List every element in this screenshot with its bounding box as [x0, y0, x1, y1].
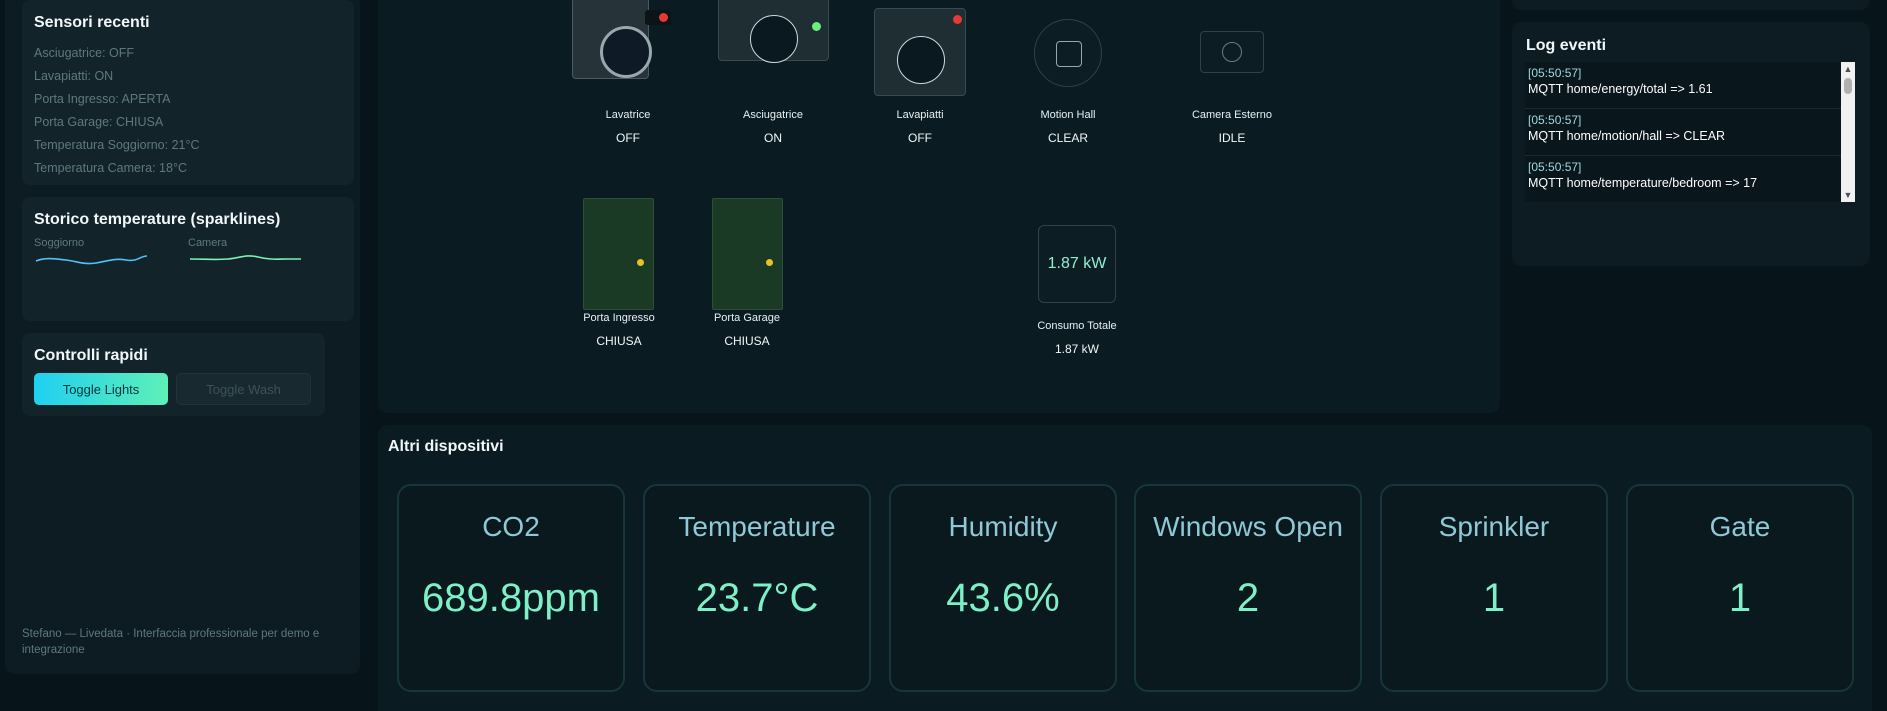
- tile-value: 43.6%: [946, 576, 1060, 620]
- sensor-line: Porta Ingresso: APERTA: [34, 92, 171, 106]
- sparkline-label: Camera: [188, 237, 228, 249]
- other-devices-title: Altri dispositivi: [388, 438, 504, 455]
- device-tile-sprinkler: Sprinkler 1: [1380, 484, 1608, 692]
- lavapiatti-drum: [897, 36, 945, 84]
- tile-label: Temperature: [678, 511, 836, 542]
- log-entry: [05:50:57] MQTT home/temperature/bedroom…: [1525, 156, 1855, 202]
- porta-garage-door[interactable]: [712, 198, 783, 310]
- energy-state: 1.87 kW: [1054, 342, 1099, 356]
- log-title: Log eventi: [1526, 37, 1607, 54]
- sensor-line: Temperatura Camera: 18°C: [34, 161, 187, 175]
- temperature-history-card: Storico temperature (sparklines) Soggior…: [22, 197, 354, 321]
- log-scrollbar[interactable]: ▲ ▼: [1841, 62, 1855, 202]
- asciugatrice-state: ON: [764, 131, 782, 145]
- log-panel: Log eventi [05:50:57] MQTT home/energy/t…: [1512, 22, 1870, 266]
- sensor-line: Lavapiatti: ON: [34, 69, 114, 83]
- log-list[interactable]: [05:50:57] MQTT home/energy/total => 1.6…: [1525, 62, 1855, 202]
- device-tile-gate: Gate 1: [1626, 484, 1854, 692]
- sensor-line: Porta Garage: CHIUSA: [34, 115, 164, 129]
- tile-label: CO2: [482, 511, 540, 542]
- device-tile-humidity: Humidity 43.6%: [889, 484, 1117, 692]
- tile-value: 1: [1482, 576, 1506, 620]
- energy-name: Consumo Totale: [1037, 320, 1117, 332]
- scroll-down-icon[interactable]: ▼: [1843, 190, 1853, 200]
- log-time: [05:50:57]: [1528, 66, 1582, 80]
- scroll-thumb[interactable]: [1844, 78, 1852, 94]
- sensor-line: Temperatura Soggiorno: 21°C: [34, 138, 200, 152]
- log-message: MQTT home/motion/hall => CLEAR: [1528, 129, 1726, 143]
- recent-sensors-card: Sensori recenti Asciugatrice: OFF Lavapi…: [22, 0, 354, 185]
- asciugatrice-drum: [750, 15, 798, 63]
- porta-garage-state: CHIUSA: [724, 334, 770, 348]
- lavapiatti-appliance[interactable]: [874, 8, 966, 96]
- log-entry: [05:50:57] MQTT home/motion/hall => CLEA…: [1525, 109, 1855, 156]
- log-entry: [05:50:57] MQTT home/energy/total => 1.6…: [1525, 62, 1855, 109]
- porta-ingresso-state: CHIUSA: [596, 334, 642, 348]
- toggle-lights-button[interactable]: Toggle Lights: [34, 373, 168, 405]
- device-tile-windows-open: Windows Open 2: [1134, 484, 1362, 692]
- lavapiatti-indicator: [953, 15, 962, 24]
- sparkline-soggiorno: Soggiorno: [34, 237, 188, 274]
- camera-lens: [1222, 42, 1242, 62]
- door-knob: [637, 259, 644, 266]
- log-message: MQTT home/temperature/bedroom => 17: [1528, 176, 1758, 190]
- lavatrice-drum: [600, 26, 652, 78]
- lavatrice-indicator: [659, 13, 668, 22]
- camera-esterno-state: IDLE: [1218, 131, 1246, 145]
- tile-value: 689.8ppm: [422, 576, 600, 620]
- sparkline-soggiorno-chart: [35, 255, 148, 265]
- motion-square: [1056, 41, 1082, 67]
- footer-text: Stefano — Livedata · Interfaccia profess…: [22, 628, 320, 656]
- energy-display: 1.87 kW: [1038, 225, 1116, 303]
- other-devices-panel: Altri dispositivi CO2 689.8ppm Temperatu…: [378, 425, 1872, 711]
- log-message: MQTT home/energy/total => 1.61: [1528, 82, 1713, 96]
- porta-ingresso-door[interactable]: [583, 198, 654, 310]
- lavatrice-state: OFF: [616, 131, 640, 145]
- lavatrice-name: Lavatrice: [605, 109, 651, 121]
- porta-ingresso-name: Porta Ingresso: [583, 312, 655, 324]
- sparkline-camera-chart: [189, 255, 301, 261]
- recent-sensors-title: Sensori recenti: [34, 14, 150, 31]
- asciugatrice-indicator: [812, 22, 821, 31]
- motion-sensor-icon[interactable]: [1034, 19, 1102, 87]
- lavatrice-appliance[interactable]: [572, 0, 671, 79]
- tile-label: Sprinkler: [1438, 511, 1550, 542]
- porta-garage-name: Porta Garage: [713, 312, 781, 324]
- device-tile-co2: CO2 689.8ppm: [397, 484, 625, 692]
- quick-controls-card: Controlli rapidi Toggle Lights Toggle Wa…: [22, 333, 325, 416]
- tile-label: Gate: [1709, 511, 1771, 542]
- tile-label: Windows Open: [1153, 511, 1343, 542]
- tile-value: 1: [1728, 576, 1752, 620]
- camera-icon[interactable]: [1200, 31, 1264, 73]
- door-knob: [766, 259, 773, 266]
- lavapiatti-name: Lavapiatti: [896, 109, 944, 121]
- lavapiatti-state: OFF: [908, 131, 932, 145]
- device-panel: Lavatrice OFF Asciugatrice ON Lavapiatti…: [378, 0, 1500, 413]
- scroll-up-icon[interactable]: ▲: [1843, 64, 1853, 74]
- log-time: [05:50:57]: [1528, 160, 1582, 174]
- tile-value: 23.7°C: [695, 576, 819, 620]
- asciugatrice-name: Asciugatrice: [743, 109, 803, 121]
- sensor-line: Asciugatrice: OFF: [34, 46, 135, 60]
- toggle-wash-button[interactable]: Toggle Wash: [176, 373, 311, 405]
- log-top-strip: [1512, 0, 1870, 10]
- camera-esterno-name: Camera Esterno: [1191, 109, 1273, 121]
- tile-label: Humidity: [948, 511, 1058, 542]
- motion-hall-state: CLEAR: [1047, 131, 1088, 145]
- device-tile-temperature: Temperature 23.7°C: [643, 484, 871, 692]
- quick-controls-title: Controlli rapidi: [34, 347, 148, 364]
- tile-value: 2: [1236, 576, 1260, 620]
- motion-hall-name: Motion Hall: [1040, 109, 1096, 121]
- sidebar: Sensori recenti Asciugatrice: OFF Lavapi…: [5, 0, 360, 674]
- temperature-history-title: Storico temperature (sparklines): [34, 211, 281, 228]
- asciugatrice-appliance[interactable]: [718, 0, 829, 63]
- log-time: [05:50:57]: [1528, 113, 1582, 127]
- sparkline-camera: Camera: [188, 237, 342, 274]
- sparkline-label: Soggiorno: [34, 237, 85, 249]
